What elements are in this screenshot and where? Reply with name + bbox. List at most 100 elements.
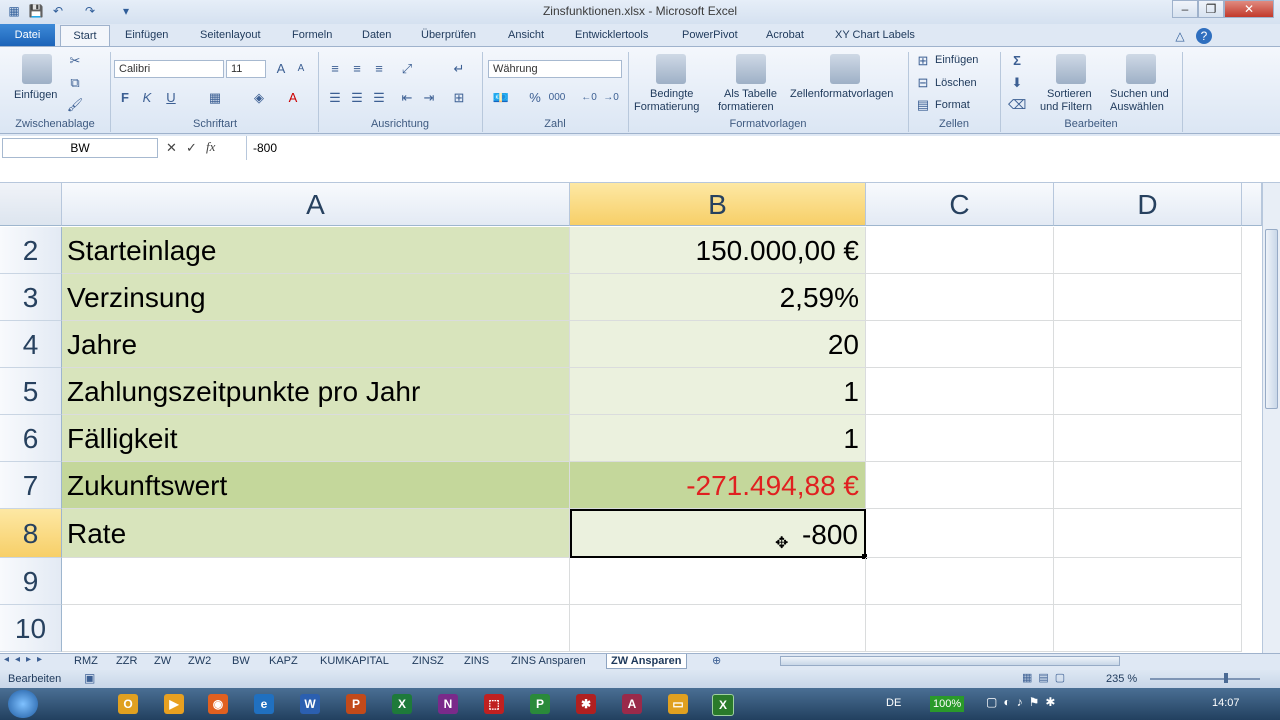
sheet-tab-zinsz[interactable]: ZINSZ [408,654,448,668]
column-header-d[interactable]: D [1054,183,1242,226]
tab-start[interactable]: Start [60,25,110,47]
increase-decimal-icon[interactable]: ←0 [580,89,598,107]
fill-color-icon[interactable]: ◈ [250,89,268,107]
start-button[interactable] [8,690,38,718]
cell-a7[interactable]: Zukunftswert [62,462,570,509]
align-center-icon[interactable]: ☰ [348,89,366,107]
sheet-tab-bw[interactable]: BW [228,654,254,668]
cell-c10[interactable] [866,605,1054,652]
align-bottom-icon[interactable]: ≡ [370,60,388,78]
row-header-4[interactable]: 4 [0,321,62,368]
horizontal-scroll-thumb[interactable] [780,656,1120,666]
cell-c2[interactable] [866,227,1054,274]
format-as-table-label[interactable]: Als Tabelle [724,88,777,100]
column-header-c[interactable]: C [866,183,1054,226]
zoom-slider[interactable] [1150,678,1260,680]
cell-a3[interactable]: Verzinsung [62,274,570,321]
vertical-scrollbar[interactable] [1262,183,1280,653]
cell-a2[interactable]: Starteinlage [62,227,570,274]
delete-cells-icon[interactable]: ⊟ [914,74,932,92]
conditional-formatting-label[interactable]: Bedingte [650,88,693,100]
tab-powerpivot[interactable]: PowerPivot [682,29,738,41]
minimize-button[interactable]: – [1172,0,1198,18]
sheet-tab-zzr[interactable]: ZZR [112,654,141,668]
fill-icon[interactable]: ⬇ [1008,74,1026,92]
format-painter-icon[interactable]: 🖌 [66,96,84,114]
cell-b8-active[interactable]: -800 [570,509,866,558]
tab-seitenlayout[interactable]: Seitenlayout [200,29,261,41]
italic-button[interactable]: K [138,89,156,107]
word-taskbar-icon[interactable]: W [300,694,320,714]
align-right-icon[interactable]: ☰ [370,89,388,107]
excel-taskbar-icon[interactable]: X [392,694,412,714]
tab-einfuegen[interactable]: Einfügen [125,29,168,41]
cut-icon[interactable]: ✂ [66,52,84,70]
column-header-a[interactable]: A [62,183,570,226]
sheet-tab-zw-ansparen[interactable]: ZW Ansparen [606,654,687,669]
format-cells-icon[interactable]: ▤ [914,96,932,114]
outlook-taskbar-icon[interactable]: O [118,694,138,714]
cell-a9[interactable] [62,558,570,605]
worksheet-grid[interactable]: A B C D 2 Starteinlage 150.000,00 € 3 Ve… [0,183,1262,653]
cell-d2[interactable] [1054,227,1242,274]
align-top-icon[interactable]: ≡ [326,60,344,78]
formula-input[interactable]: -800 [246,136,1273,160]
cell-d7[interactable] [1054,462,1242,509]
publisher-taskbar-icon[interactable]: P [530,694,550,714]
cell-d8[interactable] [1054,509,1242,558]
grow-font-icon[interactable]: A [272,60,290,78]
sheet-tab-zins[interactable]: ZINS [460,654,493,668]
tray-icons[interactable]: ▢◐♪⚑✱ [986,695,1061,709]
language-indicator[interactable]: DE [886,697,901,709]
cell-c6[interactable] [866,415,1054,462]
access-taskbar-icon[interactable]: A [622,694,642,714]
cell-a10[interactable] [62,605,570,652]
number-format-select[interactable]: Währung [488,60,622,78]
wrap-text-icon[interactable]: ↵ [450,60,468,78]
align-left-icon[interactable]: ☰ [326,89,344,107]
shrink-font-icon[interactable]: A [292,60,310,78]
excel-active-taskbar-icon[interactable]: X [712,694,734,716]
name-box[interactable]: BW [2,138,158,158]
currency-format-icon[interactable]: 💶 [492,89,510,107]
font-size-select[interactable]: 11 [226,60,266,78]
row-header-6[interactable]: 6 [0,415,62,462]
onenote-taskbar-icon[interactable]: N [438,694,458,714]
cell-b7[interactable]: -271.494,88 € [570,462,866,509]
minimize-ribbon-icon[interactable]: △ [1172,28,1188,44]
vertical-scroll-thumb[interactable] [1265,229,1278,409]
font-name-select[interactable]: Calibri [114,60,224,78]
explorer-taskbar-icon[interactable]: ▭ [668,694,688,714]
cell-a6[interactable]: Fälligkeit [62,415,570,462]
cell-a5[interactable]: Zahlungszeitpunkte pro Jahr [62,368,570,415]
cell-styles-icon[interactable] [830,54,860,84]
view-buttons-icon[interactable]: ▦▤▢ [1022,671,1071,684]
cell-c5[interactable] [866,368,1054,415]
tab-ueberpruefen[interactable]: Überprüfen [421,29,476,41]
decrease-decimal-icon[interactable]: →0 [602,89,620,107]
underline-button[interactable]: U [162,89,180,107]
cell-a4[interactable]: Jahre [62,321,570,368]
find-select-icon[interactable] [1126,54,1156,84]
autosum-icon[interactable]: Σ [1008,52,1026,70]
media-taskbar-icon[interactable]: ▶ [164,694,184,714]
sort-filter-icon[interactable] [1056,54,1086,84]
restore-button[interactable]: ❐ [1198,0,1224,18]
row-header-8[interactable]: 8 [0,509,62,558]
help-icon[interactable]: ? [1196,28,1212,44]
clock[interactable]: 14:07 [1212,697,1240,709]
tab-formeln[interactable]: Formeln [292,29,332,41]
bold-button[interactable]: F [116,89,134,107]
cancel-icon[interactable]: ✕ [166,140,177,156]
cell-d5[interactable] [1054,368,1242,415]
macro-record-icon[interactable]: ▣ [84,671,95,685]
sheet-nav-arrows-icon[interactable]: ◂◂▸▸ [4,654,48,665]
close-button[interactable]: ✕ [1224,0,1274,18]
tab-acrobat[interactable]: Acrobat [766,29,804,41]
sort-filter-label-2[interactable]: und Filtern [1040,101,1092,113]
cell-b5[interactable]: 1 [570,368,866,415]
acrobat-taskbar-icon[interactable]: ⬚ [484,694,504,714]
decrease-indent-icon[interactable]: ⇤ [398,89,416,107]
orientation-icon[interactable]: ⤢ [398,60,416,78]
insert-cells-icon[interactable]: ⊞ [914,52,932,70]
